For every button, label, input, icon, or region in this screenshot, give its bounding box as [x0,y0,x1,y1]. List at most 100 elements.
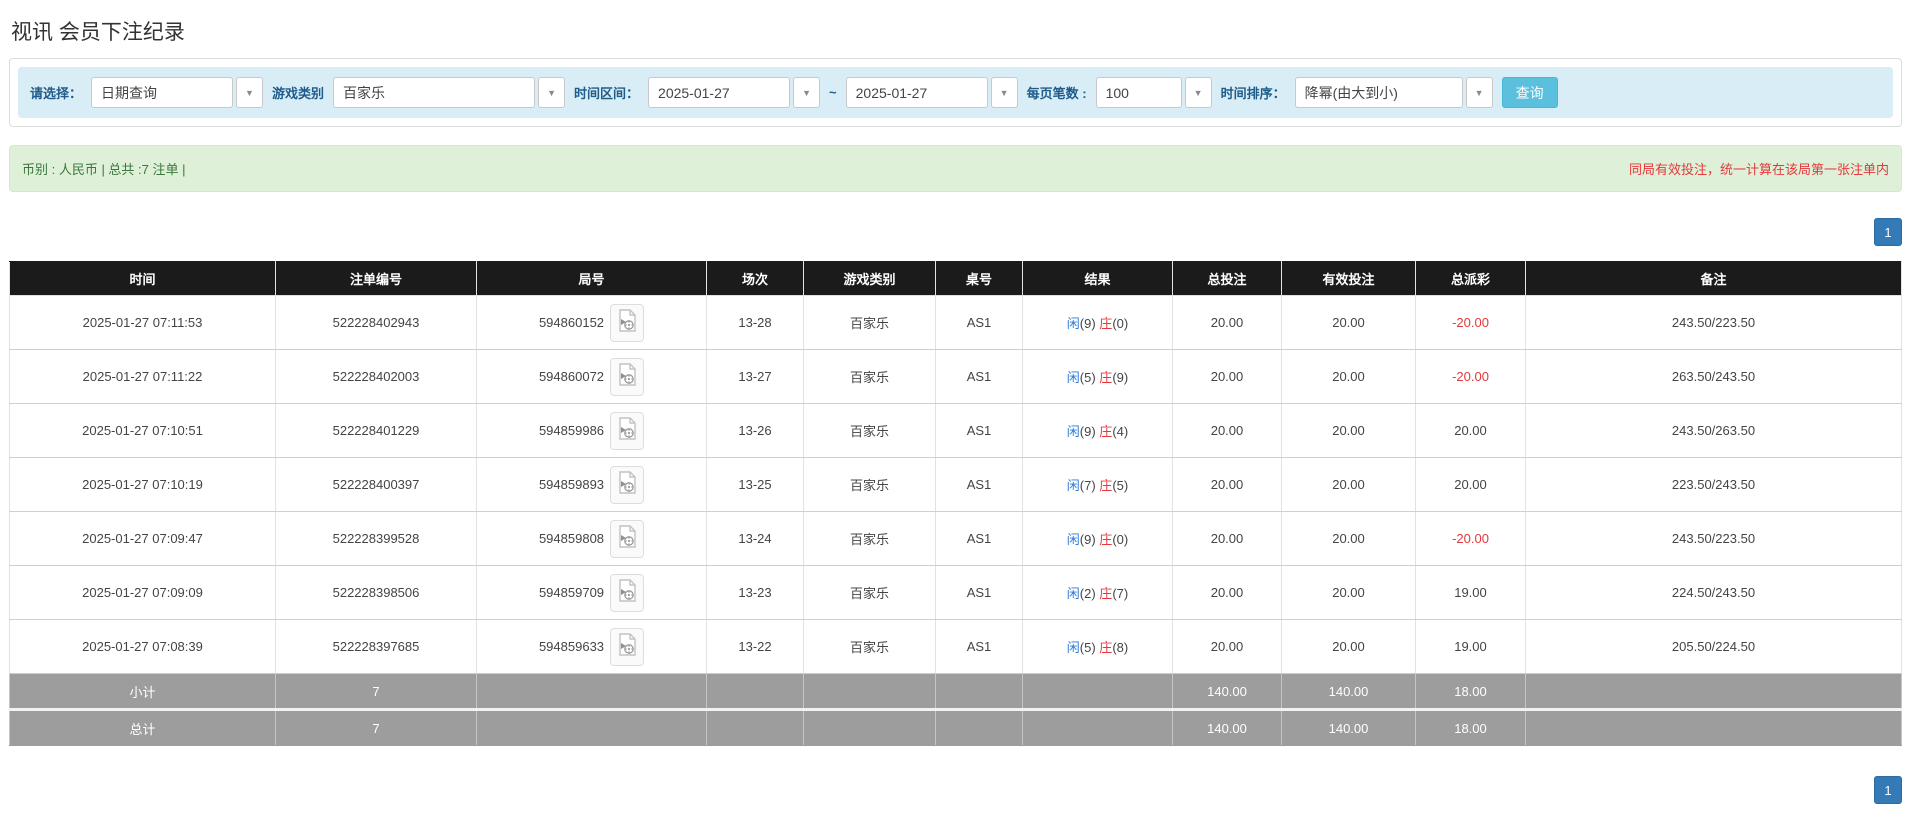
table-row: 2025-01-27 07:11:53 522228402943 594860152… [9,295,1902,350]
cell-total-bet: 20.00 [1172,295,1282,350]
page-1-button[interactable]: 1 [1874,776,1902,804]
video-replay-button[interactable] [610,357,645,396]
time-sort-value[interactable]: 降幂(由大到小) [1294,77,1463,108]
result-player: 闲 [1066,478,1080,493]
video-replay-button[interactable] [610,573,645,612]
result-points: (5) [1079,640,1100,655]
cell-bet-id: 522228399528 [275,511,477,566]
cell-remark: 243.50/263.50 [1525,403,1902,458]
sum-count: 7 [275,673,477,710]
sum-valid-bet: 140.00 [1281,708,1416,746]
result-banker: 庄 [1099,478,1113,493]
cell-round-id: 594859986 [476,403,707,458]
column-header-3: 场次 [706,261,804,296]
cell-payout: 19.00 [1415,619,1526,674]
chevron-down-icon[interactable]: ▼ [236,77,264,108]
sum-label: 小计 [9,673,276,710]
cell-table-no: AS1 [935,619,1023,674]
result-banker: 庄 [1099,370,1113,385]
cell-valid-bet: 20.00 [1281,619,1416,674]
chevron-down-icon[interactable]: ▼ [1184,77,1212,108]
cell-payout: -20.00 [1415,511,1526,566]
result-points: (0) [1112,532,1129,547]
cell-bet-id: 522228402943 [275,295,477,350]
date-to-value[interactable]: 2025-01-27 [845,77,988,108]
table-row: 2025-01-27 07:10:19 522228400397 594859893… [9,457,1902,512]
table-row: 2025-01-27 07:08:39 522228397685 594859633… [9,619,1902,674]
result-player: 闲 [1066,586,1080,601]
sum-total-bet: 140.00 [1172,708,1282,746]
table-header: 时间 注单编号 局号 场次 游戏类别 桌号 结果 总投注 有效投注 总派彩 备注 [9,261,1902,296]
cell-valid-bet: 20.00 [1281,565,1416,620]
chevron-down-icon[interactable]: ▼ [1465,77,1493,108]
cell-session: 13-27 [706,349,804,404]
result-player: 闲 [1066,370,1080,385]
query-type-select: 日期查询 ▼ [91,77,264,108]
query-type-value[interactable]: 日期查询 [91,77,234,108]
sum-empty [1525,708,1902,746]
result-points: (2) [1079,586,1100,601]
cell-table-no: AS1 [935,457,1023,512]
summary-bar: 币别 : 人民币 | 总共 :7 注单 | 同局有效投注，统一计算在该局第一张注… [9,145,1902,192]
game-category-select: 百家乐 ▼ [333,77,566,108]
page-1-button[interactable]: 1 [1874,218,1902,246]
time-sort-select: 降幂(由大到小) ▼ [1294,77,1493,108]
page-size-value[interactable]: 100 [1095,77,1182,108]
result-points: (9) [1079,424,1100,439]
result-points: (9) [1112,370,1129,385]
video-record-icon [617,309,637,336]
cell-session: 13-28 [706,295,804,350]
cell-valid-bet: 20.00 [1281,349,1416,404]
chevron-down-icon[interactable]: ▼ [793,77,821,108]
game-category-value[interactable]: 百家乐 [333,77,536,108]
result-points: (9) [1079,532,1100,547]
video-replay-button[interactable] [610,465,645,504]
page-size-select: 100 ▼ [1095,77,1212,108]
result-player: 闲 [1066,532,1080,547]
cell-time: 2025-01-27 07:09:09 [9,565,276,620]
chevron-down-icon[interactable]: ▼ [990,77,1018,108]
game-category-label: 游戏类别 [272,86,325,101]
search-button[interactable]: 查询 [1501,77,1558,108]
filter-bar: 请选择： 日期查询 ▼ 游戏类别 百家乐 ▼ 时间区间： 2025-01-27 … [18,67,1893,118]
cell-remark: 224.50/243.50 [1525,565,1902,620]
valid-bet-notice: 同局有效投注，统一计算在该局第一张注单内 [1628,162,1889,177]
video-replay-button[interactable] [610,303,645,342]
round-id-text: 594860072 [538,369,605,384]
sum-total-bet: 140.00 [1172,673,1282,710]
cell-round-id: 594859633 [476,619,707,674]
column-header-4: 游戏类别 [803,261,936,296]
cell-result: 闲(2) 庄(7) [1022,565,1173,620]
cell-session: 13-23 [706,565,804,620]
sum-empty [803,673,936,710]
cell-time: 2025-01-27 07:11:53 [9,295,276,350]
result-player: 闲 [1066,424,1080,439]
video-record-icon [617,363,637,390]
subtotal-row: 小计 7 140.00 140.00 18.00 [9,673,1902,710]
round-id-text: 594859709 [538,585,605,600]
video-replay-button[interactable] [610,627,645,666]
video-replay-button[interactable] [610,519,645,558]
query-type-label: 请选择： [30,86,83,101]
cell-session: 13-26 [706,403,804,458]
cell-total-bet: 20.00 [1172,511,1282,566]
chevron-down-icon[interactable]: ▼ [538,77,566,108]
time-sort-label: 时间排序： [1220,86,1286,101]
cell-table-no: AS1 [935,295,1023,350]
cell-time: 2025-01-27 07:09:47 [9,511,276,566]
cell-result: 闲(9) 庄(4) [1022,403,1173,458]
cell-remark: 263.50/243.50 [1525,349,1902,404]
result-player: 闲 [1066,640,1080,655]
sum-empty [1022,673,1173,710]
cell-total-bet: 20.00 [1172,349,1282,404]
cell-time: 2025-01-27 07:10:19 [9,457,276,512]
cell-time: 2025-01-27 07:08:39 [9,619,276,674]
sum-label: 总计 [9,708,276,746]
video-replay-button[interactable] [610,411,645,450]
column-header-6: 结果 [1022,261,1173,296]
cell-total-bet: 20.00 [1172,565,1282,620]
date-from-value[interactable]: 2025-01-27 [648,77,791,108]
cell-session: 13-25 [706,457,804,512]
video-record-icon [617,579,637,606]
cell-bet-id: 522228402003 [275,349,477,404]
